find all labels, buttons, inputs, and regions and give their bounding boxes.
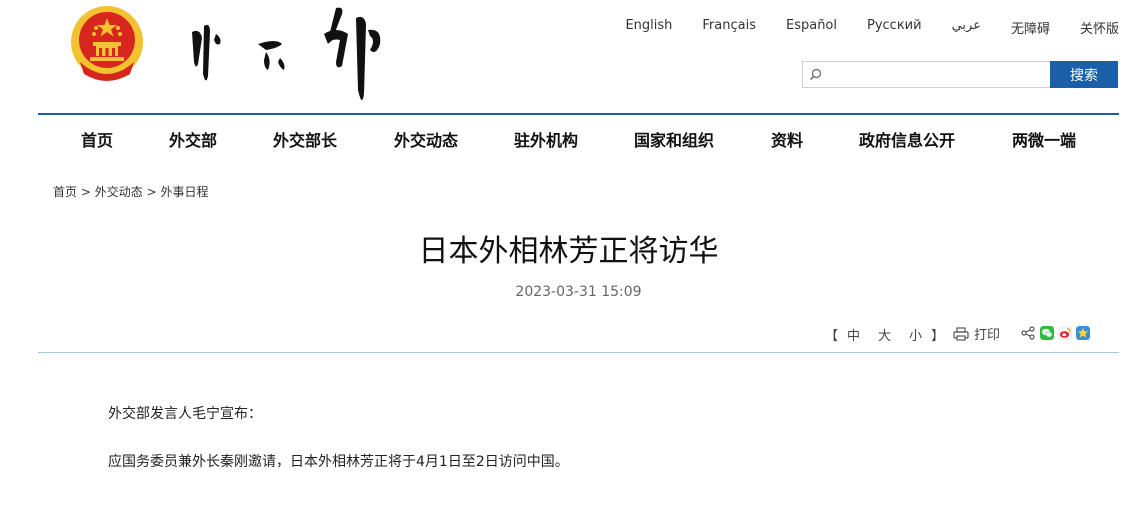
accessibility-link[interactable]: 无障碍	[1011, 18, 1050, 37]
nav-diplomatic-news[interactable]: 外交动态	[394, 127, 458, 151]
weibo-icon[interactable]	[1058, 326, 1072, 340]
search-box	[802, 61, 1050, 88]
main-nav: 首页 外交部 外交部长 外交动态 驻外机构 国家和组织 资料 政府信息公开 两微…	[38, 116, 1119, 162]
font-size-large[interactable]: 大	[878, 325, 891, 344]
qzone-icon[interactable]	[1076, 326, 1090, 340]
search-icon	[809, 68, 822, 81]
article-paragraph: 应国务委员兼外长秦刚邀请，日本外相林芳正将于4月1日至2日访问中国。	[108, 454, 569, 470]
nav-minister[interactable]: 外交部长	[273, 127, 337, 151]
search-bar: 搜索	[802, 61, 1118, 88]
ministry-calligraphy-logo	[192, 7, 381, 101]
breadcrumb-separator: >	[146, 185, 157, 199]
lang-spanish[interactable]: Español	[786, 18, 837, 37]
lang-russian[interactable]: Русский	[867, 18, 922, 37]
article-paragraph: 外交部发言人毛宁宣布：	[108, 406, 262, 422]
font-size-small[interactable]: 小	[909, 325, 922, 344]
bracket-close: 】	[931, 329, 945, 344]
breadcrumb-schedule[interactable]: 外事日程	[160, 185, 208, 199]
language-bar: English Français Español Русский عربي 无障…	[595, 18, 1119, 37]
lang-french[interactable]: Français	[702, 18, 756, 37]
wechat-icon[interactable]	[1040, 326, 1054, 340]
font-size-controls: 【 中 大 小 】	[825, 325, 944, 344]
print-button[interactable]: 打印	[953, 324, 1000, 343]
share-icon[interactable]	[1020, 326, 1036, 340]
breadcrumb-home[interactable]: 首页	[53, 185, 77, 199]
nav-ministry[interactable]: 外交部	[169, 127, 217, 151]
print-icon	[953, 326, 969, 341]
search-input[interactable]	[822, 62, 1050, 87]
breadcrumb-separator: >	[80, 185, 91, 199]
search-button[interactable]: 搜索	[1050, 61, 1118, 88]
nav-gov-info[interactable]: 政府信息公开	[859, 127, 955, 151]
header-divider	[38, 113, 1119, 115]
share-bar	[1020, 326, 1090, 340]
nav-home[interactable]: 首页	[81, 127, 113, 151]
nav-resources[interactable]: 资料	[771, 127, 803, 151]
nav-missions-abroad[interactable]: 驻外机构	[514, 127, 578, 151]
care-version-link[interactable]: 关怀版	[1080, 18, 1119, 37]
nav-countries-organizations[interactable]: 国家和组织	[634, 127, 714, 151]
article-date: 2023-03-31 15:09	[515, 284, 642, 300]
lang-arabic[interactable]: عربي	[952, 18, 981, 37]
national-emblem-logo	[71, 6, 143, 81]
bracket-open: 【	[825, 329, 839, 344]
font-size-medium[interactable]: 中	[847, 325, 860, 344]
content-divider	[38, 352, 1119, 353]
nav-social-media[interactable]: 两微一端	[1012, 127, 1076, 151]
lang-english[interactable]: English	[625, 18, 672, 37]
breadcrumb: 首页 > 外交动态 > 外事日程	[53, 183, 208, 200]
article-title: 日本外相林芳正将访华	[418, 234, 719, 269]
print-label: 打印	[974, 328, 1001, 343]
breadcrumb-diplomatic-news[interactable]: 外交动态	[95, 185, 143, 199]
